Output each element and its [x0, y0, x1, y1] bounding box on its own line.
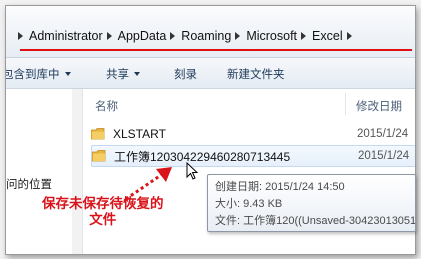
new-folder-button[interactable]: 新建文件夹	[227, 66, 285, 82]
red-underline-annotation	[20, 49, 412, 51]
burn-label: 刻录	[174, 69, 197, 81]
chevron-right-icon[interactable]	[346, 32, 352, 40]
file-date: 2015/1/24	[358, 150, 410, 162]
file-info-tooltip: 创建日期: 2015/1/24 14:50 大小: 9.43 KB 文件: 工作…	[207, 174, 416, 232]
chevron-right-icon[interactable]	[301, 32, 307, 40]
include-in-library-button[interactable]: 包含到库中	[5, 66, 71, 82]
tooltip-created-date: 创建日期: 2015/1/24 14:50	[215, 181, 345, 193]
include-in-library-label: 包含到库中	[5, 69, 60, 81]
burn-button[interactable]: 刻录	[174, 66, 197, 82]
breadcrumb-microsoft[interactable]: Microsoft	[246, 29, 297, 43]
column-header: 名称 修改日期	[83, 89, 415, 115]
tooltip-size: 大小: 9.43 KB	[215, 198, 283, 210]
folder-icon	[91, 128, 105, 140]
nav-scrollbar[interactable]	[72, 89, 82, 254]
breadcrumb-roaming[interactable]: Roaming	[181, 29, 231, 43]
list-item[interactable]: XLSTART 2015/1/24	[91, 124, 415, 144]
share-button[interactable]: 共享	[106, 66, 140, 82]
chevron-right-icon[interactable]	[18, 32, 23, 40]
share-label: 共享	[106, 69, 129, 81]
file-date: 2015/1/24	[357, 128, 409, 140]
navigation-pane[interactable]: 问的位置	[6, 89, 83, 254]
column-date-header[interactable]: 修改日期	[356, 98, 402, 114]
folder-icon	[92, 150, 106, 162]
nav-item-recent-places[interactable]: 问的位置	[6, 176, 52, 192]
address-bar[interactable]: Administrator AppData Roaming Microsoft …	[6, 6, 415, 58]
chevron-right-icon[interactable]	[106, 32, 112, 40]
annotation-line-2: 文件	[89, 212, 117, 227]
breadcrumb-appdata[interactable]: AppData	[118, 29, 167, 43]
file-name: 工作簿120304229460280713445	[114, 149, 291, 164]
chevron-right-icon[interactable]	[235, 32, 241, 40]
mouse-cursor-icon	[186, 162, 198, 180]
chevron-right-icon[interactable]	[170, 32, 176, 40]
breadcrumb-excel[interactable]: Excel	[312, 29, 343, 43]
column-divider[interactable]	[345, 93, 346, 115]
new-folder-label: 新建文件夹	[227, 69, 285, 81]
file-name: XLSTART	[113, 127, 166, 141]
tooltip-files: 文件: 工作簿120((Unsaved-304230130511	[215, 215, 416, 227]
dropdown-caret-icon	[134, 72, 140, 76]
command-bar: 包含到库中 共享 刻录 新建文件夹	[6, 58, 415, 89]
breadcrumb-administrator[interactable]: Administrator	[29, 29, 103, 43]
annotation-label: 保存未保存待恢复的 文件	[42, 196, 164, 228]
dropdown-caret-icon	[64, 72, 71, 76]
annotation-line-1: 保存未保存待恢复的	[42, 196, 164, 211]
breadcrumb: Administrator AppData Roaming Microsoft …	[18, 25, 358, 47]
column-name-header[interactable]: 名称	[95, 98, 118, 114]
